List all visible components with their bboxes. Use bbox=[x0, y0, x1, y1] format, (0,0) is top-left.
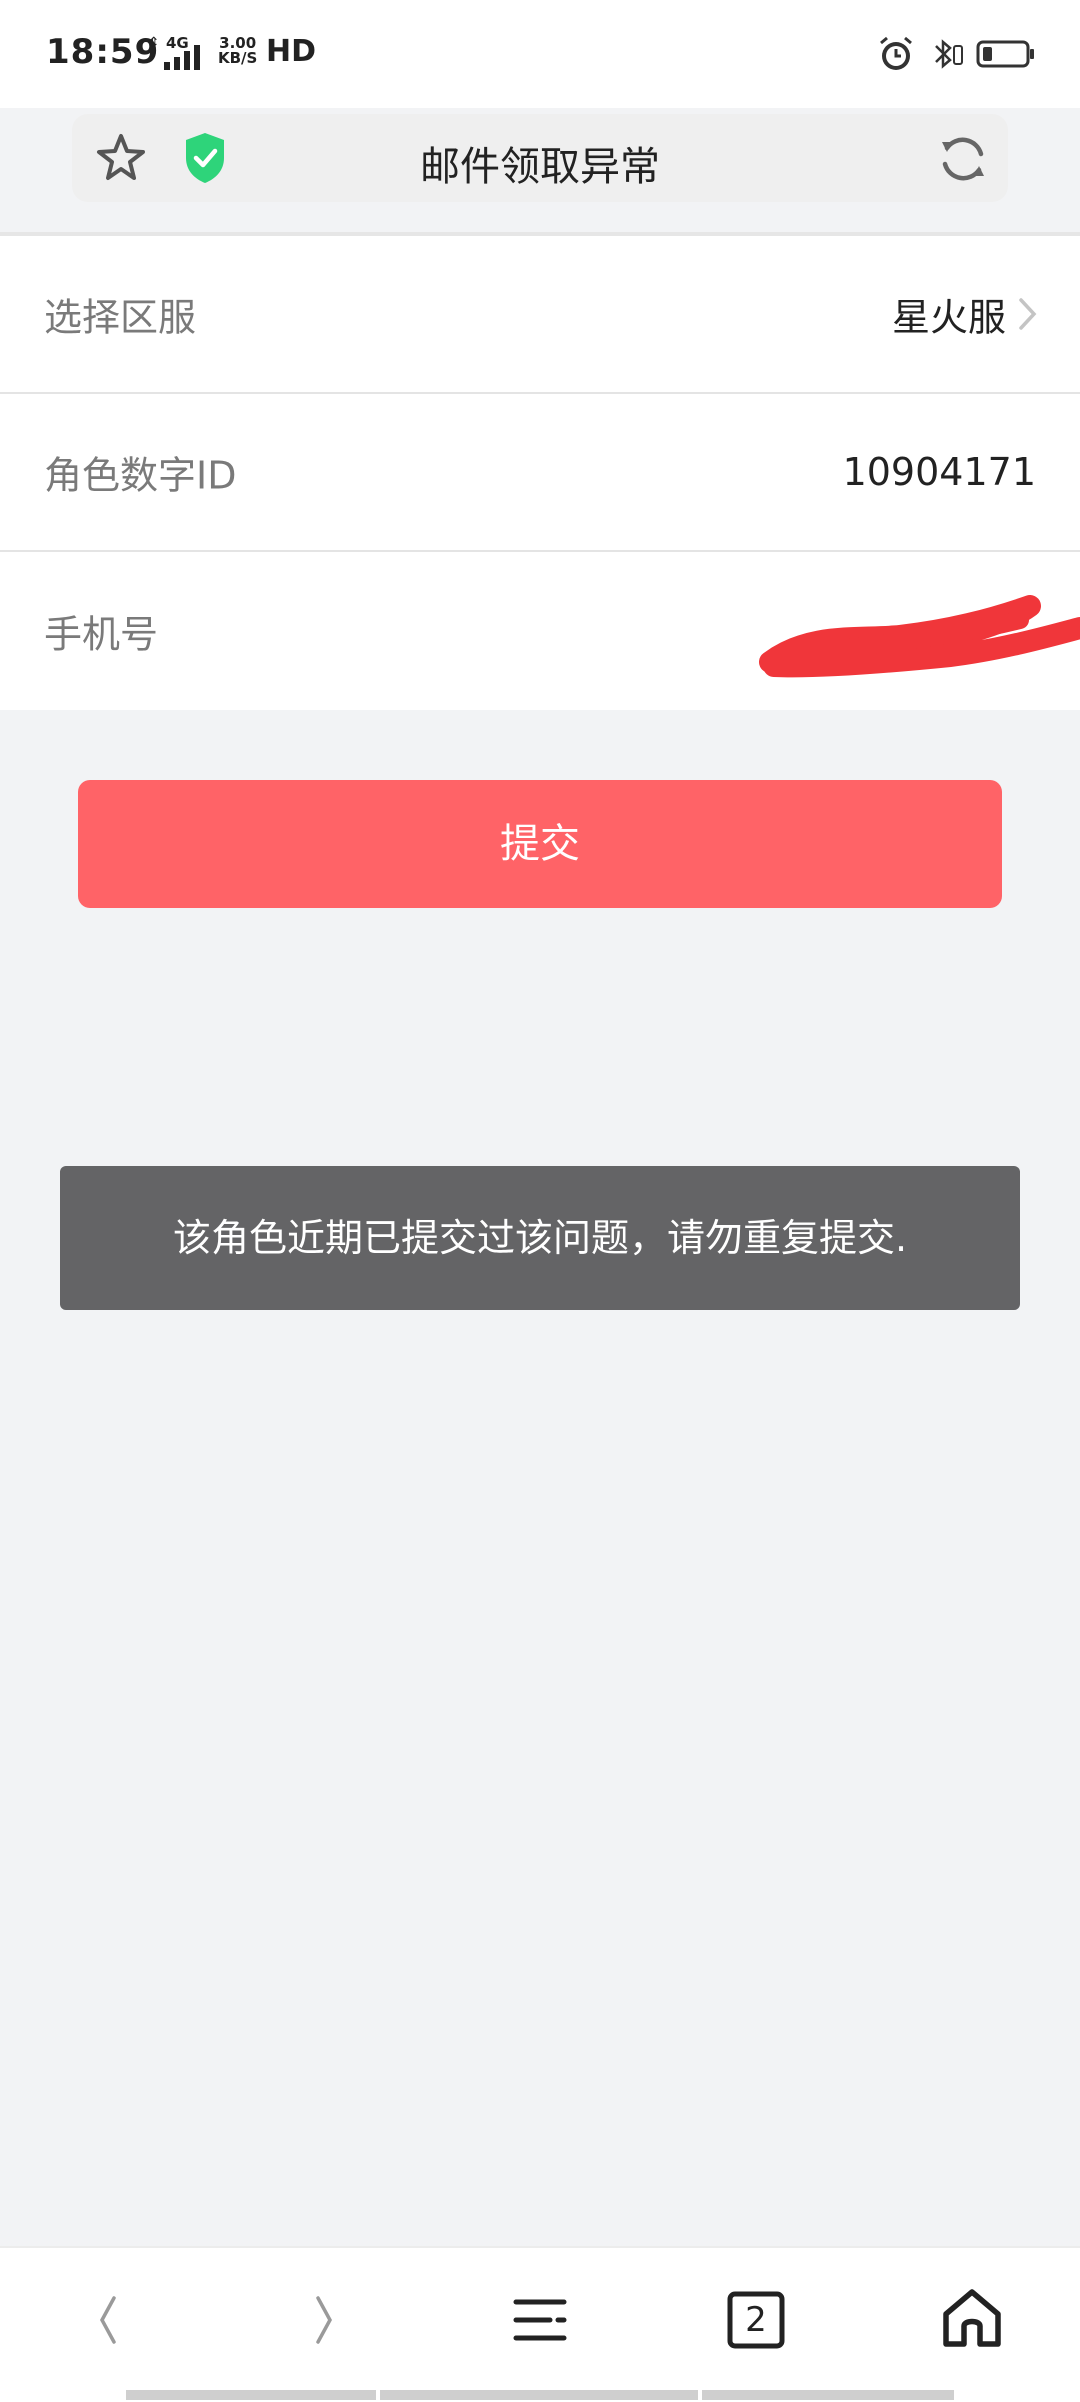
alarm-icon bbox=[880, 36, 912, 70]
status-time: 18:59 bbox=[46, 32, 160, 72]
phone-row[interactable]: 手机号 bbox=[0, 552, 1080, 710]
data-arrows-icon: ⇕ bbox=[148, 35, 160, 51]
bottom-nav: 2 bbox=[0, 2246, 1080, 2402]
tab-count: 2 bbox=[745, 2300, 767, 2340]
server-select-row[interactable]: 选择区服 星火服 bbox=[0, 236, 1080, 394]
page-title: 邮件领取异常 bbox=[420, 144, 660, 190]
gesture-bar-right bbox=[702, 2390, 954, 2400]
toast-message: 该角色近期已提交过该问题，请勿重复提交. bbox=[60, 1166, 1020, 1310]
form-list: 选择区服 星火服 角色数字ID 10904171 手机号 bbox=[0, 236, 1080, 710]
gesture-bar-left bbox=[126, 2390, 376, 2400]
hd-label: HD bbox=[266, 34, 317, 69]
signal-icon bbox=[164, 45, 200, 70]
role-id-label: 角色数字ID bbox=[44, 453, 237, 498]
bluetooth-icon bbox=[935, 39, 963, 69]
refresh-icon[interactable] bbox=[936, 132, 990, 186]
server-select-label: 选择区服 bbox=[44, 295, 197, 340]
home-icon[interactable] bbox=[932, 2280, 1012, 2360]
network-speed: 3.00 KB/S bbox=[218, 36, 257, 66]
server-select-value[interactable]: 星火服 bbox=[892, 287, 1006, 342]
gesture-bar-center bbox=[380, 2390, 698, 2400]
role-id-row[interactable]: 角色数字ID 10904171 bbox=[0, 394, 1080, 552]
battery-icon bbox=[976, 40, 1034, 68]
tabs-button[interactable]: 2 bbox=[716, 2280, 796, 2360]
menu-icon[interactable] bbox=[500, 2280, 580, 2360]
back-icon[interactable] bbox=[68, 2280, 148, 2360]
chevron-right-icon bbox=[1019, 298, 1037, 330]
status-bar: 18:59 ⇕ 4G 3.00 KB/S HD bbox=[0, 0, 1080, 108]
address-bar[interactable]: 邮件领取异常 bbox=[72, 114, 1008, 202]
forward-icon[interactable] bbox=[284, 2280, 364, 2360]
redaction-scribble bbox=[759, 595, 1080, 678]
role-id-value[interactable]: 10904171 bbox=[843, 450, 1036, 494]
phone-label: 手机号 bbox=[44, 612, 159, 657]
network-speed-unit: KB/S bbox=[218, 49, 258, 67]
submit-button[interactable]: 提交 bbox=[78, 780, 1002, 908]
